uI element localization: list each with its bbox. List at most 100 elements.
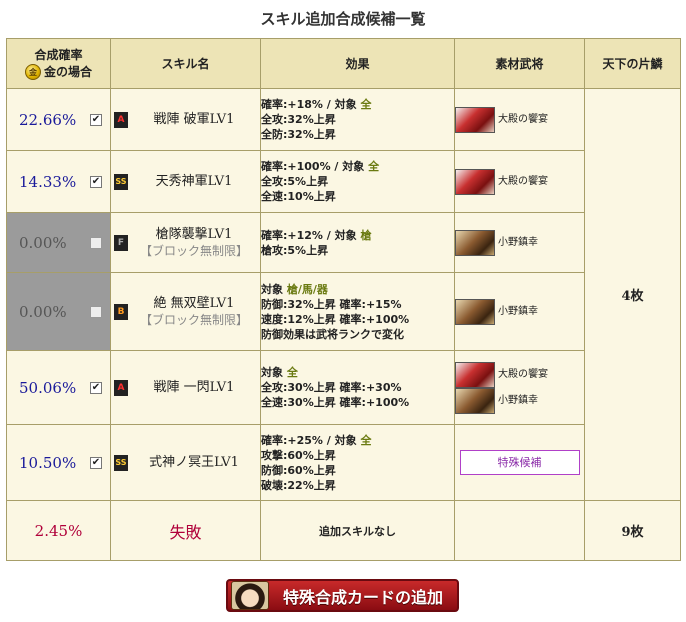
material-name: 小野鎮幸: [498, 236, 538, 248]
effect-text: 確率:+12% / 対象: [261, 228, 361, 242]
select-checkbox[interactable]: ✔: [90, 456, 102, 469]
rate-cell: 50.06% ✔: [6, 350, 111, 425]
fail-effect: 追加スキルなし: [260, 500, 455, 561]
effect-text: 確率:+18% / 対象: [261, 98, 361, 111]
grade-badge-icon: A: [114, 111, 128, 128]
material-item[interactable]: 小野鎮幸: [455, 387, 584, 414]
effect-line: 確率:+18% / 対象 全: [261, 97, 454, 112]
skill-name: 戦陣 破軍LV1: [153, 112, 235, 127]
table-row: 22.66% ✔ A 戦陣 破軍LV1 確率:+18% / 対象 全全攻:32%…: [6, 88, 681, 501]
table-row: 0.00% F 槍隊襲撃LV1 【ブロック無制限】 確率:+12% / 対象 槍槍…: [6, 212, 681, 273]
effect-line: 防御効果は武将ランクで変化: [261, 327, 454, 342]
effect-line: 全防:32%上昇: [261, 127, 454, 142]
effect-target: 全: [368, 160, 380, 173]
general-portrait-icon: [455, 361, 495, 388]
effect-line: 防御:32%上昇 確率:+15%: [261, 297, 454, 312]
header-rate: 合成確率 金 金の場合: [6, 38, 111, 89]
effect-text: 防御:60%上昇: [261, 463, 336, 477]
effect-cell: 確率:+25% / 対象 全攻撃:60%上昇 防御:60%上昇 破壊:22%上昇: [260, 424, 455, 501]
table-row: 50.06% ✔ A 戦陣 一閃LV1 対象 全全攻:30%上昇 確率:+30%…: [6, 350, 681, 425]
select-checkbox[interactable]: [90, 305, 102, 318]
effect-text: 全攻:32%上昇: [261, 113, 336, 126]
material-cell: 小野鎮幸: [454, 212, 585, 273]
effect-target: 全: [360, 433, 372, 447]
select-checkbox[interactable]: ✔: [90, 381, 102, 394]
effect-line: 全攻:5%上昇: [261, 174, 454, 189]
effect-text: 確率:+100% / 対象: [261, 160, 369, 173]
material-item[interactable]: 小野鎮幸: [455, 298, 584, 325]
effect-cell: 対象 全全攻:30%上昇 確率:+30% 全速:30%上昇 確率:+100%: [260, 350, 455, 425]
rate-value: 10.50%: [19, 453, 77, 472]
rate-value: 22.66%: [19, 110, 77, 129]
skill-cell: A 戦陣 破軍LV1: [110, 88, 261, 151]
special-candidate-button[interactable]: 特殊候補: [459, 450, 580, 475]
header-rate-label: 合成確率: [34, 48, 83, 62]
skill-cell: A 戦陣 一閃LV1: [110, 350, 261, 425]
skill-name: 槍隊襲撃LV1: [155, 226, 233, 242]
material-cell: 特殊候補: [454, 424, 585, 501]
page-title: スキル追加合成候補一覧: [260, 10, 426, 28]
effect-target: 全: [286, 366, 298, 379]
effect-line: 全攻:30%上昇 確率:+30%: [261, 380, 454, 395]
rate-cell: 14.33% ✔: [6, 150, 111, 213]
material-name: 小野鎮幸: [498, 305, 538, 317]
skill-name: 天秀神軍LV1: [155, 174, 233, 189]
effect-line: 攻撃:60%上昇: [261, 448, 454, 463]
table-row: 10.50% ✔ SS 式神ノ冥王LV1 確率:+25% / 対象 全攻撃:60…: [6, 424, 681, 501]
general-portrait-icon: [455, 298, 495, 325]
effect-text: 速度:12%上昇 確率:+100%: [261, 312, 410, 326]
effect-line: 槍攻:5%上昇: [261, 243, 454, 258]
effect-line: 破壊:22%上昇: [261, 478, 454, 493]
rate-value: 0.00%: [19, 233, 67, 252]
material-cell: 大殿の饗宴 小野鎮幸: [454, 350, 585, 425]
add-special-card-button[interactable]: 特殊合成カードの追加: [226, 579, 459, 612]
advisor-portrait-icon: [231, 581, 269, 610]
rate-cell: 10.50% ✔: [6, 424, 111, 501]
effect-cell: 対象 槍/馬/器 防御:32%上昇 確率:+15% 速度:12%上昇 確率:+100…: [260, 272, 455, 351]
material-item[interactable]: 大殿の饗宴: [455, 106, 584, 133]
select-checkbox[interactable]: ✔: [90, 113, 102, 126]
fail-rate: 2.45%: [6, 500, 111, 561]
grade-badge-icon: SS: [114, 454, 128, 471]
general-portrait-icon: [455, 106, 495, 133]
select-checkbox[interactable]: [90, 236, 102, 249]
skill-cell: B 絶 無双壁LV1 【ブロック無制限】: [110, 272, 261, 351]
material-name: 大殿の饗宴: [498, 368, 548, 380]
fail-cards: 9枚: [584, 500, 681, 561]
header-effect: 効果: [260, 38, 455, 89]
effect-text: 防御効果は武将ランクで変化: [261, 327, 404, 341]
skill-cell: F 槍隊襲撃LV1 【ブロック無制限】: [110, 212, 261, 273]
effect-target: 全: [360, 98, 372, 111]
general-portrait-icon: [455, 229, 495, 256]
effect-line: 速度:12%上昇 確率:+100%: [261, 312, 454, 327]
material-item[interactable]: 大殿の饗宴: [455, 168, 584, 195]
material-item[interactable]: 小野鎮幸: [455, 229, 584, 256]
grade-badge-icon: B: [114, 303, 128, 320]
effect-text: 全防:32%上昇: [261, 128, 336, 141]
effect-line: 全速:30%上昇 確率:+100%: [261, 395, 454, 410]
header-material: 素材武将: [454, 38, 585, 89]
skill-note: 【ブロック無制限】: [139, 243, 248, 258]
effect-text: 攻撃:60%上昇: [261, 448, 336, 462]
rate-cell: 0.00%: [6, 212, 111, 273]
skill-note: 【ブロック無制限】: [139, 312, 248, 327]
effect-text: 確率:+25% / 対象: [261, 433, 361, 447]
header-skill: スキル名: [110, 38, 261, 89]
skill-name: 絶 無双壁LV1: [153, 295, 235, 311]
grade-badge-icon: SS: [114, 173, 128, 190]
effect-text: 全攻:5%上昇: [261, 175, 329, 188]
effect-text: 全攻:30%上昇 確率:+30%: [261, 381, 402, 394]
fail-label: 失敗: [110, 500, 261, 561]
select-checkbox[interactable]: ✔: [90, 175, 102, 188]
effect-line: 対象 全: [261, 365, 454, 380]
material-name: 大殿の饗宴: [498, 175, 548, 187]
effect-line: 確率:+25% / 対象 全: [261, 433, 454, 448]
rate-value: 14.33%: [19, 172, 77, 191]
material-item[interactable]: 大殿の饗宴: [455, 361, 584, 388]
material-cell: 大殿の饗宴: [454, 150, 585, 213]
gold-coin-icon: 金: [24, 63, 41, 80]
grade-badge-icon: F: [114, 234, 128, 251]
rate-value: 0.00%: [19, 302, 67, 321]
material-name: 小野鎮幸: [498, 394, 538, 406]
skill-name: 式神ノ冥王LV1: [149, 455, 239, 470]
